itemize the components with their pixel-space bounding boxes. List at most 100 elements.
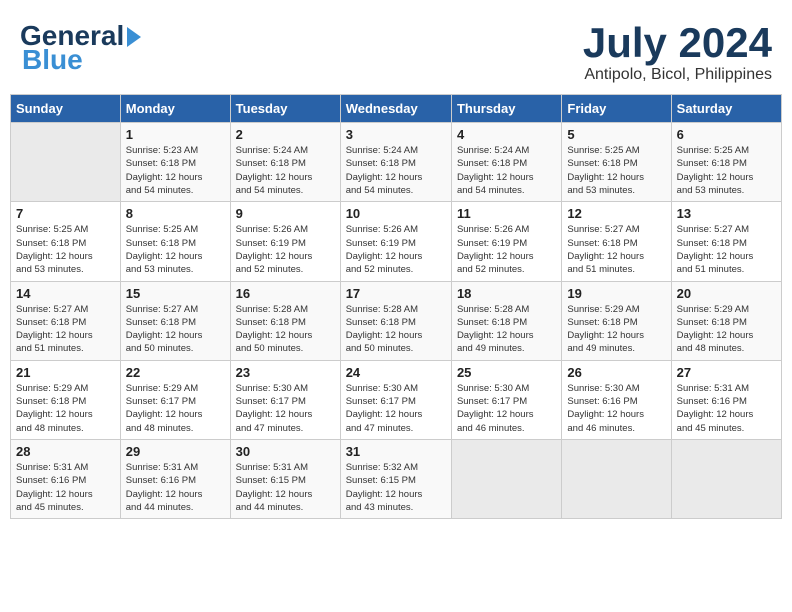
logo-blue: Blue: [20, 44, 83, 76]
calendar-cell: 11Sunrise: 5:26 AM Sunset: 6:19 PM Dayli…: [451, 202, 561, 281]
day-number: 19: [567, 286, 665, 301]
calendar-table: Sunday Monday Tuesday Wednesday Thursday…: [10, 94, 782, 519]
calendar-week-row: 7Sunrise: 5:25 AM Sunset: 6:18 PM Daylig…: [11, 202, 782, 281]
col-sunday: Sunday: [11, 95, 121, 123]
day-info: Sunrise: 5:26 AM Sunset: 6:19 PM Dayligh…: [457, 223, 556, 276]
col-wednesday: Wednesday: [340, 95, 451, 123]
day-info: Sunrise: 5:30 AM Sunset: 6:17 PM Dayligh…: [346, 382, 446, 435]
day-info: Sunrise: 5:26 AM Sunset: 6:19 PM Dayligh…: [236, 223, 335, 276]
calendar-cell: 18 Sunrise: 5:28 AM Sunset: 6:18 PM Dayli…: [451, 281, 561, 360]
day-info: Sunrise: 5:31 AM Sunset: 6:16 PM Dayligh…: [126, 461, 225, 514]
calendar-cell: 16 Sunrise: 5:28 AM Sunset: 6:18 PM Dayli…: [230, 281, 340, 360]
day-number: 5: [567, 127, 665, 142]
day-info: Sunrise: 5:28 AM Sunset: 6:18 PM Dayligh…: [457, 303, 556, 356]
calendar-week-row: 28 Sunrise: 5:31 AM Sunset: 6:16 PM Dayli…: [11, 439, 782, 518]
day-number: 8: [126, 206, 225, 221]
calendar-cell: 12 Sunrise: 5:27 AM Sunset: 6:18 PM Dayli…: [562, 202, 671, 281]
day-info: Sunrise: 5:24 AM Sunset: 6:18 PM Dayligh…: [457, 144, 556, 197]
calendar-cell: 9 Sunrise: 5:26 AM Sunset: 6:19 PM Daylig…: [230, 202, 340, 281]
day-info: Sunrise: 5:31 AM Sunset: 6:15 PM Dayligh…: [236, 461, 335, 514]
calendar-week-row: 1 Sunrise: 5:23 AM Sunset: 6:18 PM Daylig…: [11, 123, 782, 202]
calendar-cell: 23 Sunrise: 5:30 AM Sunset: 6:17 PM Dayli…: [230, 360, 340, 439]
day-number: 27: [677, 365, 776, 380]
title-area: July 2024 Antipolo, Bicol, Philippines: [583, 20, 772, 84]
day-number: 26: [567, 365, 665, 380]
day-number: 16: [236, 286, 335, 301]
calendar-cell: 3 Sunrise: 5:24 AM Sunset: 6:18 PM Daylig…: [340, 123, 451, 202]
day-info: Sunrise: 5:29 AM Sunset: 6:18 PM Dayligh…: [16, 382, 115, 435]
calendar-cell: [451, 439, 561, 518]
logo-arrow-icon: [127, 27, 141, 47]
day-info: Sunrise: 5:27 AM Sunset: 6:18 PM Dayligh…: [126, 303, 225, 356]
calendar-cell: [671, 439, 781, 518]
calendar-cell: 25Sunrise: 5:30 AM Sunset: 6:17 PM Dayli…: [451, 360, 561, 439]
calendar-cell: 17 Sunrise: 5:28 AM Sunset: 6:18 PM Dayli…: [340, 281, 451, 360]
calendar-cell: 27 Sunrise: 5:31 AM Sunset: 6:16 PM Dayli…: [671, 360, 781, 439]
day-info: Sunrise: 5:30 AM Sunset: 6:17 PM Dayligh…: [236, 382, 335, 435]
day-number: 30: [236, 444, 335, 459]
day-info: Sunrise: 5:28 AM Sunset: 6:18 PM Dayligh…: [346, 303, 446, 356]
day-number: 10: [346, 206, 446, 221]
calendar-cell: 29 Sunrise: 5:31 AM Sunset: 6:16 PM Dayli…: [120, 439, 230, 518]
calendar-cell: 4 Sunrise: 5:24 AM Sunset: 6:18 PM Daylig…: [451, 123, 561, 202]
calendar-cell: [11, 123, 121, 202]
day-info: Sunrise: 5:30 AM Sunset: 6:16 PM Dayligh…: [567, 382, 665, 435]
calendar-cell: 24 Sunrise: 5:30 AM Sunset: 6:17 PM Dayli…: [340, 360, 451, 439]
calendar-week-row: 21Sunrise: 5:29 AM Sunset: 6:18 PM Dayli…: [11, 360, 782, 439]
calendar-cell: 26 Sunrise: 5:30 AM Sunset: 6:16 PM Dayli…: [562, 360, 671, 439]
calendar-cell: 20Sunrise: 5:29 AM Sunset: 6:18 PM Dayli…: [671, 281, 781, 360]
day-number: 1: [126, 127, 225, 142]
calendar-cell: 21Sunrise: 5:29 AM Sunset: 6:18 PM Dayli…: [11, 360, 121, 439]
calendar-cell: 7Sunrise: 5:25 AM Sunset: 6:18 PM Daylig…: [11, 202, 121, 281]
calendar-cell: 5 Sunrise: 5:25 AM Sunset: 6:18 PM Daylig…: [562, 123, 671, 202]
day-number: 15: [126, 286, 225, 301]
col-friday: Friday: [562, 95, 671, 123]
day-number: 12: [567, 206, 665, 221]
calendar-cell: [562, 439, 671, 518]
logo: General Blue: [20, 20, 141, 76]
col-thursday: Thursday: [451, 95, 561, 123]
calendar-cell: 31Sunrise: 5:32 AM Sunset: 6:15 PM Dayli…: [340, 439, 451, 518]
calendar-cell: 1 Sunrise: 5:23 AM Sunset: 6:18 PM Daylig…: [120, 123, 230, 202]
day-number: 31: [346, 444, 446, 459]
day-number: 9: [236, 206, 335, 221]
day-number: 28: [16, 444, 115, 459]
day-info: Sunrise: 5:31 AM Sunset: 6:16 PM Dayligh…: [677, 382, 776, 435]
day-info: Sunrise: 5:25 AM Sunset: 6:18 PM Dayligh…: [567, 144, 665, 197]
day-info: Sunrise: 5:27 AM Sunset: 6:18 PM Dayligh…: [16, 303, 115, 356]
calendar-cell: 28 Sunrise: 5:31 AM Sunset: 6:16 PM Dayli…: [11, 439, 121, 518]
day-number: 13: [677, 206, 776, 221]
day-info: Sunrise: 5:26 AM Sunset: 6:19 PM Dayligh…: [346, 223, 446, 276]
day-number: 3: [346, 127, 446, 142]
calendar-cell: 8Sunrise: 5:25 AM Sunset: 6:18 PM Daylig…: [120, 202, 230, 281]
day-info: Sunrise: 5:29 AM Sunset: 6:17 PM Dayligh…: [126, 382, 225, 435]
col-monday: Monday: [120, 95, 230, 123]
day-number: 17: [346, 286, 446, 301]
calendar-week-row: 14Sunrise: 5:27 AM Sunset: 6:18 PM Dayli…: [11, 281, 782, 360]
day-info: Sunrise: 5:25 AM Sunset: 6:18 PM Dayligh…: [16, 223, 115, 276]
calendar-cell: 14Sunrise: 5:27 AM Sunset: 6:18 PM Dayli…: [11, 281, 121, 360]
calendar-cell: 2Sunrise: 5:24 AM Sunset: 6:18 PM Daylig…: [230, 123, 340, 202]
day-number: 24: [346, 365, 446, 380]
day-info: Sunrise: 5:24 AM Sunset: 6:18 PM Dayligh…: [346, 144, 446, 197]
header: General Blue July 2024 Antipolo, Bicol, …: [10, 10, 782, 89]
day-info: Sunrise: 5:23 AM Sunset: 6:18 PM Dayligh…: [126, 144, 225, 197]
day-info: Sunrise: 5:31 AM Sunset: 6:16 PM Dayligh…: [16, 461, 115, 514]
calendar-cell: 6Sunrise: 5:25 AM Sunset: 6:18 PM Daylig…: [671, 123, 781, 202]
day-number: 25: [457, 365, 556, 380]
day-number: 29: [126, 444, 225, 459]
day-number: 4: [457, 127, 556, 142]
day-info: Sunrise: 5:28 AM Sunset: 6:18 PM Dayligh…: [236, 303, 335, 356]
day-number: 18: [457, 286, 556, 301]
calendar-cell: 22 Sunrise: 5:29 AM Sunset: 6:17 PM Dayli…: [120, 360, 230, 439]
calendar-cell: 19 Sunrise: 5:29 AM Sunset: 6:18 PM Dayli…: [562, 281, 671, 360]
day-info: Sunrise: 5:24 AM Sunset: 6:18 PM Dayligh…: [236, 144, 335, 197]
calendar-cell: 10 Sunrise: 5:26 AM Sunset: 6:19 PM Dayli…: [340, 202, 451, 281]
day-info: Sunrise: 5:29 AM Sunset: 6:18 PM Dayligh…: [677, 303, 776, 356]
month-year: July 2024: [583, 20, 772, 66]
day-number: 22: [126, 365, 225, 380]
day-info: Sunrise: 5:27 AM Sunset: 6:18 PM Dayligh…: [567, 223, 665, 276]
day-number: 6: [677, 127, 776, 142]
day-number: 23: [236, 365, 335, 380]
day-info: Sunrise: 5:29 AM Sunset: 6:18 PM Dayligh…: [567, 303, 665, 356]
